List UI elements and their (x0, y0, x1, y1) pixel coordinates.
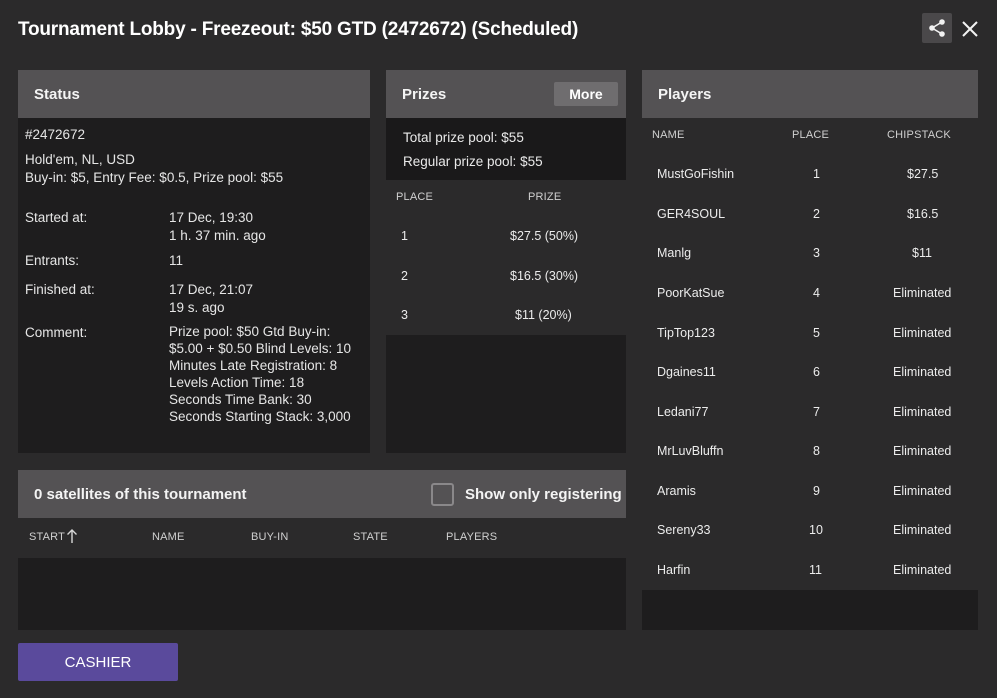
sat-col-state[interactable]: STATE (353, 531, 388, 543)
comment-line: Seconds Time Bank: 30 (169, 392, 312, 407)
cashier-button[interactable]: CASHIER (18, 643, 178, 681)
prizes-table (386, 180, 626, 335)
comment-line: $5.00 + $0.50 Blind Levels: 10 (169, 341, 352, 356)
player-name[interactable]: Ledani77 (657, 405, 708, 419)
share-button[interactable] (922, 13, 952, 43)
prize-amount: $16.5 (30%) (510, 269, 579, 283)
prize-pool-summary (386, 118, 626, 180)
status-header-label: Status (34, 85, 80, 103)
player-name[interactable]: GER4SOUL (657, 207, 725, 221)
sat-col-players[interactable]: PLAYERS (446, 531, 497, 543)
players-col-chipstack: CHIPSTACK (887, 129, 951, 141)
player-chips: $27.5 (907, 167, 939, 181)
player-chips: Eliminated (893, 444, 952, 458)
players-panel-header: Players (642, 70, 978, 118)
sat-col-name[interactable]: NAME (152, 531, 185, 543)
players-col-name: NAME (652, 129, 685, 141)
player-place: 10 (809, 523, 823, 537)
satellites-table-header (18, 518, 626, 558)
player-name[interactable]: Sereny33 (657, 523, 711, 537)
show-only-registering-label[interactable]: Show only registering (465, 486, 622, 503)
players-table-footer (642, 590, 978, 630)
tournament-id: #2472672 (25, 127, 86, 142)
player-place: 1 (813, 167, 820, 181)
players-header-label: Players (658, 85, 712, 103)
player-name[interactable]: MrLuvBluffn (657, 444, 723, 458)
more-button[interactable]: More (554, 82, 618, 106)
game-type: Hold'em, NL, USD (25, 152, 135, 167)
prize-amount: $11 (20%) (515, 308, 572, 322)
player-chips: Eliminated (893, 405, 952, 419)
player-place: 5 (813, 326, 820, 340)
player-place: 4 (813, 286, 820, 300)
comment-line: Prize pool: $50 Gtd Buy-in: (169, 324, 331, 339)
player-name[interactable]: MustGoFishin (657, 167, 734, 181)
player-name[interactable]: Dgaines11 (657, 365, 716, 379)
players-col-place: PLACE (792, 129, 830, 141)
regular-prize-pool: Regular prize pool: $55 (403, 154, 543, 169)
finished-value: 17 Dec, 21:07 (169, 282, 254, 297)
finished-label: Finished at: (25, 282, 95, 297)
player-chips: Eliminated (893, 326, 952, 340)
comment-line: Minutes Late Registration: 8 (169, 358, 338, 373)
player-chips: $11 (912, 246, 932, 260)
player-place: 11 (809, 563, 822, 577)
window-title: Tournament Lobby - Freezeout: $50 GTD (2… (18, 19, 579, 40)
prizes-col-prize: PRIZE (528, 191, 562, 203)
player-place: 8 (813, 444, 820, 458)
player-chips: $16.5 (907, 207, 939, 221)
player-name[interactable]: Aramis (657, 484, 696, 498)
comment-line: Seconds Starting Stack: 3,000 (169, 409, 351, 424)
close-icon (962, 21, 978, 37)
total-prize-pool: Total prize pool: $55 (403, 130, 524, 145)
player-name[interactable]: Manlg (657, 246, 691, 260)
buyin-info: Buy-in: $5, Entry Fee: $0.5, Prize pool:… (25, 170, 284, 185)
players-table (642, 118, 978, 590)
player-place: 9 (813, 484, 820, 498)
player-place: 7 (813, 405, 820, 419)
prize-amount: $27.5 (50%) (510, 229, 579, 243)
prize-place: 3 (401, 308, 408, 322)
player-chips: Eliminated (893, 286, 952, 300)
entrants-value: 11 (169, 253, 184, 268)
comment-label: Comment: (25, 325, 88, 340)
player-place: 2 (813, 207, 820, 221)
prize-place: 1 (401, 229, 408, 243)
started-ago: 1 h. 37 min. ago (169, 228, 266, 243)
started-label: Started at: (25, 210, 88, 225)
player-name[interactable]: TipTop123 (657, 326, 715, 340)
entrants-label: Entrants: (25, 253, 80, 268)
player-chips: Eliminated (893, 365, 952, 379)
player-name[interactable]: Harfin (657, 563, 690, 577)
status-panel-header: Status (18, 70, 370, 118)
player-place: 3 (813, 246, 820, 260)
satellites-header-label: 0 satellites of this tournament (34, 485, 247, 503)
sat-col-buyin[interactable]: BUY-IN (251, 531, 288, 543)
prize-place: 2 (401, 269, 408, 283)
prizes-col-place: PLACE (396, 191, 434, 203)
show-only-registering-checkbox[interactable] (431, 483, 454, 506)
player-chips: Eliminated (893, 523, 952, 537)
sat-col-start[interactable]: START (29, 531, 65, 543)
player-name[interactable]: PoorKatSue (657, 286, 724, 300)
share-icon (929, 19, 945, 37)
player-chips: Eliminated (893, 563, 952, 577)
finished-ago: 19 s. ago (169, 300, 225, 315)
close-button[interactable] (957, 16, 983, 42)
player-chips: Eliminated (893, 484, 952, 498)
sat-col-start-label: START (29, 531, 66, 543)
satellites-table-body (18, 558, 626, 630)
comment-line: Levels Action Time: 18 (169, 375, 305, 390)
arrow-up-icon (67, 529, 77, 543)
started-value: 17 Dec, 19:30 (169, 210, 254, 225)
prizes-header-label: Prizes (402, 85, 447, 103)
player-place: 6 (813, 365, 820, 379)
